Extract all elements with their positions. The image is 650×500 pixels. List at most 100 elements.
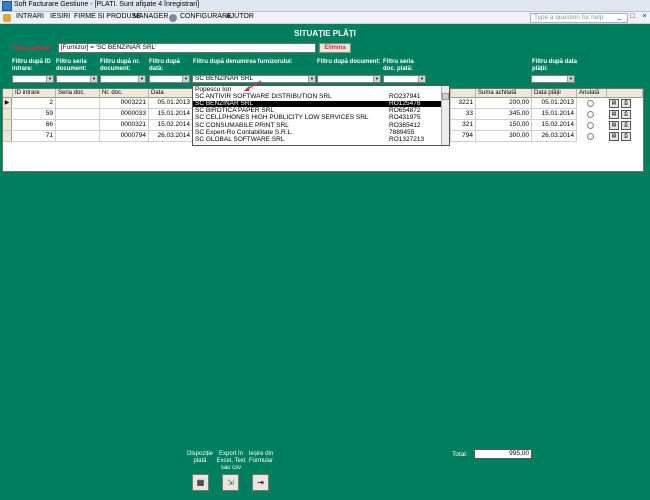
filter-nr-label: Filtru după nr. document: — [100, 59, 140, 72]
cell-data: 15.02.2014 — [149, 120, 193, 131]
iesire-label: Ieșire din Formular — [248, 451, 274, 464]
minimize-button[interactable]: _ — [615, 13, 624, 22]
export-label: Export în Excel, Text sau csv — [216, 451, 246, 471]
dropdown-option[interactable]: SC GLOBAL SOFTWARE SRL RO1327213 — [193, 136, 442, 143]
document-icon[interactable]: ▤ — [609, 121, 619, 130]
cell-doc: 321 — [451, 120, 476, 131]
col-header-seria[interactable]: Seria doc. — [56, 89, 100, 98]
cell-data: 15.01.2014 — [149, 109, 193, 120]
chevron-down-icon[interactable]: ▼ — [418, 76, 425, 82]
menu-iesiri[interactable]: IESIRI — [50, 13, 70, 20]
chevron-down-icon[interactable]: ▼ — [138, 76, 145, 82]
col-header-anulata[interactable]: Anulată — [577, 89, 607, 98]
print-icon[interactable]: ⎙ — [621, 99, 631, 108]
cell-seria — [56, 98, 100, 109]
filter-document-combo[interactable]: ▼ — [317, 75, 381, 83]
cell-id: 2 — [13, 98, 56, 109]
filter-furnizor-label: Filtru după denumirea furnizorului: — [193, 59, 293, 65]
filter-document-label: Filtru după document: — [317, 59, 381, 65]
cell-nr: 0003221 — [100, 98, 149, 109]
chevron-down-icon[interactable]: ▼ — [90, 76, 97, 82]
chevron-down-icon[interactable]: ▼ — [308, 76, 315, 82]
filter-applied-label: Filtru aplicat: — [12, 45, 53, 52]
col-header-data[interactable]: Data — [149, 89, 193, 98]
app-icon — [2, 1, 12, 11]
cell-nr: 0000321 — [100, 120, 149, 131]
anulata-checkbox[interactable] — [587, 122, 594, 129]
cell-suma: 150,00 — [476, 120, 532, 131]
chevron-down-icon[interactable]: ▼ — [567, 76, 574, 82]
cell-data-plata: 26.03.2014 — [532, 131, 577, 142]
scrollbar-thumb[interactable] — [442, 93, 449, 100]
col-header-id[interactable]: ID intrare — [13, 89, 56, 98]
dispozitie-label: Dispoziție plată — [186, 451, 213, 464]
menu-intrari[interactable]: INTRARI — [16, 13, 44, 20]
filter-data-combo[interactable]: ▼ — [149, 75, 190, 83]
row-pointer-icon[interactable]: ▶ — [3, 98, 12, 109]
row-selector[interactable] — [3, 131, 12, 142]
cell-suma: 300,00 — [476, 131, 532, 142]
col-header-nr[interactable]: Nr. doc. — [100, 89, 149, 98]
cell-nr: 0000033 — [100, 109, 149, 120]
total-label: Total: — [452, 451, 468, 458]
cell-id: 66 — [13, 120, 56, 131]
menu-ajutor[interactable]: AJUTOR — [226, 13, 254, 20]
print-icon[interactable]: ⎙ — [621, 132, 631, 141]
chevron-down-icon[interactable]: ▼ — [182, 76, 189, 82]
row-selector[interactable] — [3, 109, 12, 120]
filter-id-label: Filtru după ID intrare: — [12, 59, 51, 72]
chevron-down-icon[interactable]: ▼ — [373, 76, 380, 82]
col-header-document[interactable] — [451, 89, 476, 98]
filter-data-label: Filtru după dată: — [149, 59, 180, 72]
close-button[interactable]: × — [640, 13, 649, 22]
document-icon[interactable]: ▤ — [609, 110, 619, 119]
filter-data-platii-label: Filtru după data plății: — [532, 59, 577, 72]
row-selector[interactable] — [3, 120, 12, 131]
red-pointer-arrow-icon — [244, 80, 262, 91]
menu-configurare[interactable]: CONFIGURARE — [180, 13, 232, 20]
chevron-down-icon[interactable]: ▼ — [46, 76, 53, 82]
col-header-suma[interactable]: Suma achitată — [476, 89, 532, 98]
anulata-checkbox[interactable] — [587, 133, 594, 140]
cell-suma: 345,00 — [476, 109, 532, 120]
cell-seria — [56, 120, 100, 131]
iesire-formular-button[interactable]: ⇥ — [252, 474, 269, 491]
cell-data-plata: 15.01.2014 — [532, 109, 577, 120]
document-icon[interactable]: ▤ — [609, 99, 619, 108]
cell-doc: 3221 — [451, 98, 476, 109]
elimina-button[interactable]: Elimina — [319, 43, 351, 53]
intrari-icon — [3, 14, 11, 22]
filter-data-platii-combo[interactable]: ▼ — [531, 75, 575, 83]
anulata-checkbox[interactable] — [587, 100, 594, 107]
dropdown-scrollbar[interactable] — [441, 86, 449, 145]
filter-nr-combo[interactable]: ▼ — [100, 75, 146, 83]
filter-id-combo[interactable]: ▼ — [12, 75, 54, 83]
plati-form: SITUAȚIE PLĂȚI Filtru aplicat: [Furnizor… — [0, 24, 650, 500]
menu-firme-si-produse[interactable]: FIRME SI PRODUSE — [74, 13, 141, 20]
cell-data: 26.03.2014 — [149, 131, 193, 142]
cell-data-plata: 05.01.2013 — [532, 98, 577, 109]
cell-seria — [56, 109, 100, 120]
help-search-input[interactable]: Type a question for help — [530, 13, 628, 23]
document-icon[interactable]: ▤ — [609, 132, 619, 141]
dropdown-option[interactable]: SC CELLPHONES HIGH PUBLICITY LOW SERVICE… — [193, 114, 442, 121]
cell-nr: 0000794 — [100, 131, 149, 142]
restore-button[interactable]: □ — [628, 13, 637, 22]
print-icon[interactable]: ⎙ — [621, 110, 631, 119]
filter-seria-plata-combo[interactable]: ▼ — [383, 75, 426, 83]
dispozitie-plata-button[interactable]: ▦ — [192, 474, 209, 491]
furnizor-dropdown-list[interactable]: Popescu Ion SC ANTIVIR SOFTWARE DISTRIBU… — [192, 85, 450, 146]
print-icon[interactable]: ⎙ — [621, 121, 631, 130]
cell-suma: 200,00 — [476, 98, 532, 109]
col-header-data-plata[interactable]: Data plății — [532, 89, 577, 98]
menu-manager[interactable]: MANAGER — [133, 13, 168, 20]
filter-seria-combo[interactable]: ▼ — [56, 75, 98, 83]
cell-id: 71 — [13, 131, 56, 142]
filter-seria-plata-label: Filtru seria doc. plată: — [383, 59, 414, 72]
total-value: 995,00 — [474, 449, 532, 459]
filter-applied-field: [Furnizor] = 'SC BENZINAR SRL' — [58, 43, 316, 53]
anulata-checkbox[interactable] — [587, 111, 594, 118]
cell-data: 05.01.2013 — [149, 98, 193, 109]
export-excel-button[interactable]: ⇲ — [222, 474, 239, 491]
cell-seria — [56, 131, 100, 142]
